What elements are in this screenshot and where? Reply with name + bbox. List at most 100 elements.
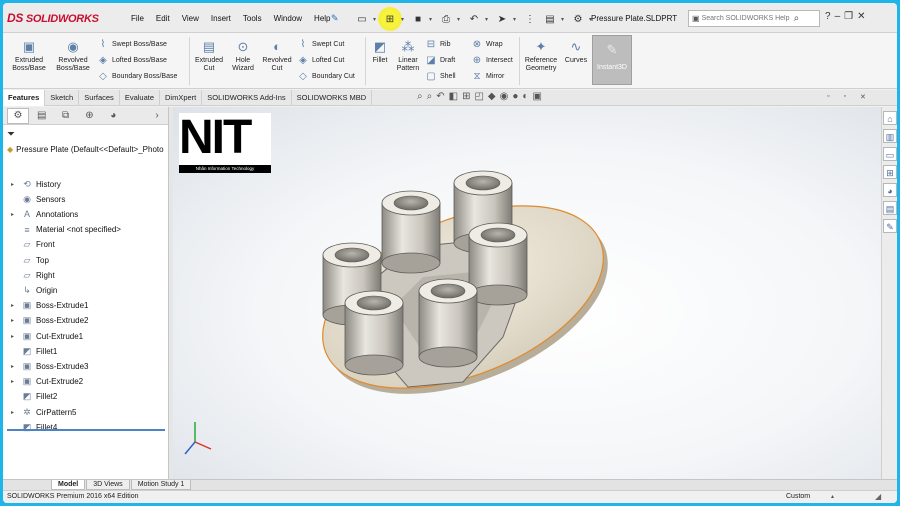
help-search-input[interactable] (701, 15, 794, 22)
zoom-to-fit-icon[interactable]: ⌕ (417, 91, 423, 102)
hole-wizard-button[interactable]: ⊙ Hole Wizard (227, 39, 259, 73)
chevron-down-icon[interactable]: ▾ (457, 16, 463, 23)
tree-item[interactable]: ▸ ▣ Boss-Extrude2 (11, 314, 88, 328)
wrap-button[interactable]: ⊗ Wrap (471, 39, 503, 50)
display-style-icon[interactable]: ◆ (488, 91, 496, 102)
tab-evaluate[interactable]: Evaluate (120, 90, 160, 106)
options-gear-icon[interactable]: ⚙ (569, 10, 587, 28)
doc-close-icon[interactable]: ✕ (860, 93, 866, 101)
menu-view[interactable]: View (176, 14, 205, 23)
menu-insert[interactable]: Insert (205, 14, 237, 23)
boundary-cut-button[interactable]: ◇ Boundary Cut (297, 71, 355, 82)
print-icon[interactable]: ⎙ (437, 10, 455, 28)
boundary-boss-button[interactable]: ◇ Boundary Boss/Base (97, 71, 177, 82)
extruded-boss-button[interactable]: ▣ Extruded Boss/Base (7, 39, 51, 73)
tree-item[interactable]: ≡ Material <not specified> (11, 223, 121, 237)
chevron-down-icon[interactable]: ▾ (561, 16, 567, 23)
resize-grip-icon[interactable]: ◢ (875, 492, 881, 501)
tree-item[interactable]: ↳ Origin (11, 283, 57, 297)
pin-icon[interactable]: ✎ (331, 13, 339, 24)
swept-boss-button[interactable]: ⌇ Swept Boss/Base (97, 39, 167, 50)
previous-view-icon[interactable]: ↶ (436, 91, 444, 102)
lofted-boss-button[interactable]: ◈ Lofted Boss/Base (97, 55, 167, 66)
tab-solidworks-add-ins[interactable]: SOLIDWORKS Add-Ins (202, 90, 292, 106)
reference-geometry-button[interactable]: ✦ Reference Geometry (521, 39, 561, 73)
tree-item[interactable]: ▸ A Annotations (11, 207, 78, 221)
forum-icon[interactable]: ✎ (883, 219, 897, 233)
file-explorer-icon[interactable]: ▭ (883, 147, 897, 161)
rib-button[interactable]: ⊟ Rib (425, 39, 451, 50)
help-icon[interactable]: ? (825, 11, 831, 22)
solidworks-resources-icon[interactable]: ⌂ (883, 111, 897, 125)
lofted-cut-button[interactable]: ◈ Lofted Cut (297, 55, 344, 66)
tree-item[interactable]: ▸ ▣ Cut-Extrude2 (11, 375, 83, 389)
dynamic-annotation-icon[interactable]: ⊞ (462, 91, 470, 102)
curves-button[interactable]: ∿ Curves (561, 39, 591, 65)
chevron-down-icon[interactable]: ▾ (401, 16, 407, 23)
chevron-down-icon[interactable]: ▾ (429, 16, 435, 23)
hide-show-items-icon[interactable]: ◉ (500, 91, 509, 102)
chevron-down-icon[interactable]: ▾ (485, 16, 491, 23)
new-file-icon[interactable]: ▭ (353, 10, 371, 28)
fillet-button[interactable]: ◩ Fillet (367, 39, 393, 65)
swept-cut-button[interactable]: ⌇ Swept Cut (297, 39, 345, 50)
tree-item[interactable]: ▸ ✲ CirPattern5 (11, 405, 76, 419)
expand-arrow-icon[interactable]: ▸ (11, 181, 18, 188)
expand-panel-icon[interactable]: › (146, 108, 168, 124)
expand-arrow-icon[interactable]: ▸ (11, 409, 18, 416)
shell-button[interactable]: ▢ Shell (425, 71, 455, 82)
tree-item[interactable]: ◉ Sensors (11, 192, 65, 206)
doc-restore-icon[interactable]: ▫ (843, 93, 845, 101)
tab-features[interactable]: Features (3, 90, 46, 106)
menu-window[interactable]: Window (268, 14, 308, 23)
traffic-light-icon[interactable]: ⋮ (521, 10, 539, 28)
dimxpert-manager-tab-icon[interactable]: ⊕ (79, 108, 101, 124)
units-selector[interactable]: Custom (786, 493, 810, 500)
open-file-icon[interactable]: ⊞ (381, 10, 399, 28)
tree-root-part[interactable]: ◆ Pressure Plate (Default<<Default>_Phot… (7, 145, 164, 154)
restore-icon[interactable]: ❐ (844, 11, 853, 22)
linear-pattern-button[interactable]: ⁂ Linear Pattern (393, 39, 423, 73)
tree-item[interactable]: ▸ ▣ Boss-Extrude1 (11, 299, 88, 313)
expand-arrow-icon[interactable]: ▸ (11, 333, 18, 340)
menu-edit[interactable]: Edit (150, 14, 176, 23)
property-manager-tab-icon[interactable]: ▤ (31, 108, 53, 124)
tree-item[interactable]: ▸ ⟲ History (11, 177, 61, 191)
bottom-tab-model[interactable]: Model (51, 480, 86, 490)
doc-minimize-icon[interactable]: ▫ (827, 93, 829, 101)
tree-item[interactable]: ◩ Fillet4 (11, 420, 58, 434)
tree-item[interactable]: ▸ ▣ Cut-Extrude1 (11, 329, 83, 343)
revolved-cut-button[interactable]: ◐ Revolved Cut (259, 39, 295, 73)
minimize-icon[interactable]: – (835, 11, 841, 22)
custom-properties-icon[interactable]: ▤ (883, 201, 897, 215)
apply-scene-icon[interactable]: ◐ (522, 91, 528, 102)
tab-dimxpert[interactable]: DimXpert (160, 90, 203, 106)
design-library-icon[interactable]: ▥ (883, 129, 897, 143)
edit-appearance-icon[interactable]: ● (512, 91, 518, 102)
view-orientation-icon[interactable]: ◰ (474, 91, 483, 102)
extruded-cut-button[interactable]: ▤ Extruded Cut (191, 39, 227, 73)
chevron-down-icon[interactable]: ▾ (513, 16, 519, 23)
expand-arrow-icon[interactable]: ▸ (11, 302, 18, 309)
tree-item[interactable]: ▸ ▣ Boss-Extrude3 (11, 359, 88, 373)
view-palette-icon[interactable]: ⊞ (883, 165, 897, 179)
tab-surfaces[interactable]: Surfaces (79, 90, 120, 106)
draft-button[interactable]: ◪ Draft (425, 55, 455, 66)
tree-item[interactable]: ▱ Top (11, 253, 49, 267)
bottom-tab-3d-views[interactable]: 3D Views (86, 480, 130, 490)
menu-file[interactable]: File (125, 14, 150, 23)
expand-arrow-icon[interactable]: ▸ (11, 378, 18, 385)
graphics-area[interactable]: NIT Nhân Information Technology (173, 107, 881, 479)
appearances-icon[interactable]: ◕ (883, 183, 897, 197)
tree-item[interactable]: ▱ Front (11, 238, 55, 252)
select-cursor-icon[interactable]: ➤ (493, 10, 511, 28)
chevron-down-icon[interactable]: ▾ (373, 16, 379, 23)
instant3d-button[interactable]: ✎ Instant3D (592, 35, 632, 85)
view-settings-icon[interactable]: ▣ (532, 91, 541, 102)
expand-arrow-icon[interactable]: ▸ (11, 363, 18, 370)
solidworks-logo[interactable]: DS SOLIDWORKS (7, 11, 99, 25)
close-icon[interactable]: ✕ (857, 11, 865, 22)
search-icon[interactable]: ⌕ (794, 13, 800, 24)
filter-icon[interactable]: ⏷ (7, 129, 15, 140)
tree-item[interactable]: ▱ Right (11, 268, 55, 282)
